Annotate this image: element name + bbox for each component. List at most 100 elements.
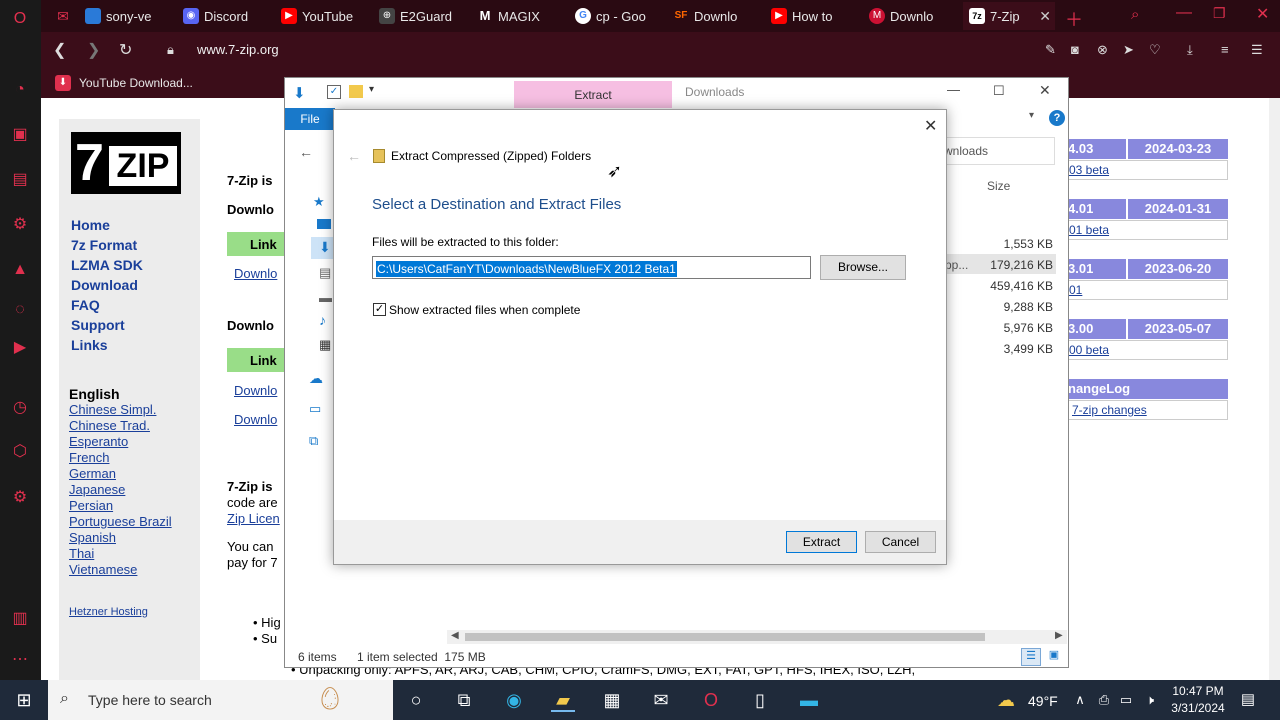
download-link[interactable]: Downlo — [234, 383, 277, 398]
lang-link[interactable]: Vietnamese — [69, 562, 137, 577]
close-window-icon[interactable]: ✕ — [1256, 4, 1269, 24]
app-icon[interactable]: ▬ — [797, 688, 821, 712]
search-box[interactable]: wnloads — [939, 137, 1055, 165]
lang-link[interactable]: Japanese — [69, 482, 125, 497]
notifications-icon[interactable]: ▤ — [1236, 688, 1260, 712]
heart-icon[interactable]: ♡ — [1149, 42, 1161, 58]
show-hidden-icons-icon[interactable]: ∧ — [1068, 688, 1092, 712]
windows-start-icon[interactable]: ⊞ — [12, 688, 36, 712]
hosting-link[interactable]: Hetzner Hosting — [69, 606, 148, 618]
tab-howto[interactable]: ▶ How to — [771, 2, 867, 30]
clock-time[interactable]: 10:47 PM — [1168, 684, 1228, 698]
restore-icon[interactable]: ❐ — [1213, 5, 1226, 22]
file-explorer-icon[interactable]: ▰ — [551, 688, 575, 712]
forward-icon[interactable]: ❯ — [87, 40, 100, 60]
tab-youtube[interactable]: ▶ YouTube — [281, 2, 377, 30]
nav-faq[interactable]: FAQ — [71, 297, 100, 313]
adblock-icon[interactable]: ⊗ — [1097, 42, 1108, 58]
history-icon[interactable]: ◷ — [10, 398, 30, 418]
scroll-left-icon[interactable]: ◀ — [451, 630, 459, 641]
edge-icon[interactable]: ◉ — [502, 688, 526, 712]
lang-link[interactable]: Spanish — [69, 530, 116, 545]
cancel-button[interactable]: Cancel — [865, 531, 936, 553]
tab-google[interactable]: Gcp - Goo — [575, 2, 671, 30]
easy-setup-icon[interactable]: ☰ — [1251, 42, 1263, 58]
scroll-right-icon[interactable]: ▶ — [1055, 630, 1063, 641]
large-icons-view-icon[interactable]: ▣ — [1045, 648, 1063, 666]
extract-button[interactable]: Extract — [786, 531, 857, 553]
tab-discord[interactable]: ◉ Discord — [183, 2, 279, 30]
page-scrollbar[interactable] — [1269, 98, 1280, 680]
player-icon[interactable]: ▶ — [10, 338, 30, 358]
mail-icon[interactable]: ✉ — [649, 688, 673, 712]
tab-7zip[interactable]: 7z 7-Zip ✕ — [963, 2, 1055, 30]
nav-download[interactable]: Download — [71, 277, 138, 293]
size-column-header[interactable]: Size — [987, 179, 1010, 193]
cortana-icon[interactable]: ○ — [404, 688, 428, 712]
dialog-back-icon[interactable]: ← — [347, 148, 361, 164]
aria-icon[interactable]: ▲ — [10, 260, 30, 280]
task-view-icon[interactable]: ⧉ — [452, 688, 476, 712]
network-icon[interactable]: ⧉ — [309, 433, 318, 449]
more-icon[interactable]: ⋯ — [10, 650, 30, 670]
chat-icon[interactable]: ◌ — [10, 300, 30, 320]
network-tray-icon[interactable]: ▭ — [1114, 688, 1138, 712]
file-tab[interactable]: File — [285, 108, 335, 130]
browse-button[interactable]: Browse... — [820, 255, 906, 280]
pictures-icon[interactable]: ▬ — [319, 290, 332, 305]
notepad-icon[interactable]: ▯ — [748, 688, 772, 712]
temperature[interactable]: 49°F — [1028, 693, 1058, 709]
lang-link[interactable]: Thai — [69, 546, 94, 561]
tab-download2[interactable]: M Downlo — [869, 2, 961, 30]
clock-date[interactable]: 3/31/2024 — [1168, 701, 1228, 715]
properties-icon[interactable]: ✓ — [327, 85, 341, 99]
version-link[interactable]: 03 beta — [1068, 160, 1228, 180]
download-link[interactable]: Downlo — [234, 412, 277, 427]
download-icon[interactable]: ⤓ — [1187, 42, 1193, 58]
send-icon[interactable]: ➤ — [1123, 42, 1134, 58]
scroll-thumb[interactable] — [465, 633, 985, 641]
lang-link[interactable]: Portuguese Brazil — [69, 514, 172, 529]
version-link[interactable]: 01 beta — [1068, 220, 1228, 240]
videos-icon[interactable]: ▦ — [319, 337, 331, 353]
tab-e2guard[interactable]: ⊕ E2Guard — [379, 2, 475, 30]
changelog-link[interactable]: 7-zip changes — [1068, 400, 1228, 420]
close-icon[interactable]: ✕ — [1039, 82, 1051, 99]
tab-magix[interactable]: M MAGIX — [477, 2, 573, 30]
lang-link[interactable]: Chinese Simpl. — [69, 402, 156, 417]
store-icon[interactable]: ▦ — [600, 688, 624, 712]
crypto-icon[interactable]: ⚙ — [10, 215, 30, 235]
desktop-icon[interactable] — [317, 219, 331, 229]
reload-icon[interactable]: ↻ — [119, 40, 132, 60]
camera-icon[interactable]: ◙ — [1071, 42, 1079, 57]
back-icon[interactable]: ← — [299, 144, 313, 160]
new-tab-icon[interactable]: ＋ — [1065, 6, 1083, 32]
nav-lzma-sdk[interactable]: LZMA SDK — [71, 257, 143, 273]
version-link[interactable]: 00 beta — [1068, 340, 1228, 360]
taskbar-search[interactable]: ⌕ Type here to search 🥚︎ — [48, 680, 393, 720]
minimize-icon[interactable]: — — [947, 82, 960, 97]
extensions-icon[interactable]: ⬡ — [10, 442, 30, 462]
help-icon[interactable]: ? — [1049, 110, 1065, 126]
twitch-icon[interactable]: ▤ — [10, 170, 30, 190]
minimize-icon[interactable]: — — [1176, 4, 1192, 22]
onedrive-icon[interactable]: ☁ — [309, 370, 323, 387]
settings-icon[interactable]: ⚙ — [10, 488, 30, 508]
opera-icon[interactable]: O — [699, 688, 723, 712]
lang-link[interactable]: Chinese Trad. — [69, 418, 150, 433]
meet-now-icon[interactable]: ⎙ — [1092, 688, 1116, 712]
lang-link[interactable]: Esperanto — [69, 434, 128, 449]
speed-dial-icon[interactable]: ◔ — [10, 80, 30, 100]
snapshot-icon[interactable]: ▥ — [10, 609, 30, 629]
url-field[interactable]: www.7-zip.org — [197, 42, 279, 57]
tab-sourceforge[interactable]: SF Downlo — [673, 2, 769, 30]
nav-links[interactable]: Links — [71, 337, 108, 353]
music-icon[interactable]: ♪ — [319, 312, 326, 328]
bookmark-item[interactable]: YouTube Download... — [79, 76, 193, 90]
details-view-icon[interactable]: ☰ — [1021, 648, 1041, 666]
show-files-checkbox[interactable]: ✓ — [373, 303, 386, 316]
close-tab-icon[interactable]: ✕ — [1039, 8, 1051, 25]
license-link[interactable]: Zip Licen — [227, 511, 280, 526]
bag-icon[interactable]: ▣ — [10, 125, 30, 145]
download-link[interactable]: Downlo — [234, 266, 277, 281]
